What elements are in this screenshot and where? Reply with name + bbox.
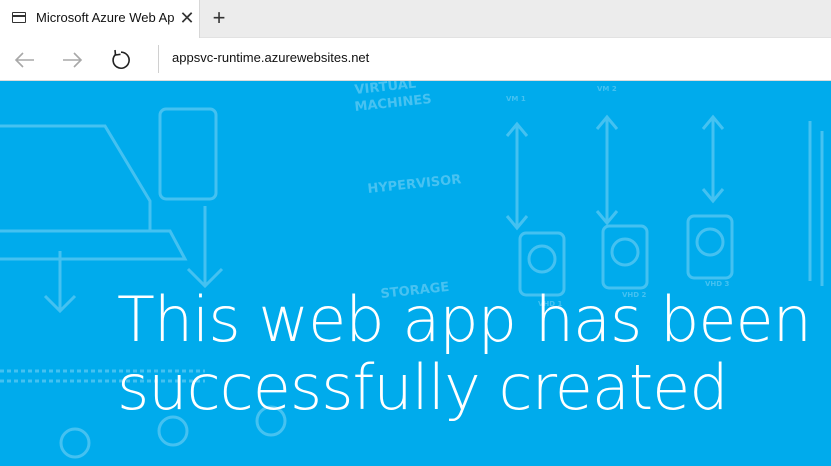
- tab-close-button[interactable]: ✕: [177, 7, 197, 29]
- headline-line-1: This web app has been: [117, 283, 812, 356]
- forward-button[interactable]: [57, 45, 87, 75]
- back-button[interactable]: [10, 45, 40, 75]
- refresh-icon: [112, 49, 130, 69]
- refresh-button[interactable]: [105, 45, 135, 75]
- back-arrow-icon: [14, 52, 34, 68]
- phone-icon: [158, 107, 218, 201]
- tab-page-icon: [12, 12, 26, 23]
- page-headline: This web app has been successfully creat…: [117, 283, 812, 424]
- bg-label-hypervisor: HYPERVISOR: [367, 172, 462, 197]
- tab-strip: Microsoft Azure Web App ✕ +: [0, 0, 831, 38]
- address-bar[interactable]: appsvc-runtime.azurewebsites.net: [172, 50, 369, 65]
- address-bar-divider: [158, 45, 159, 73]
- laptop-icon: [0, 124, 152, 233]
- bg-label-vm1: VM 1: [506, 95, 526, 103]
- page-content: VIRTUAL MACHINES HYPERVISOR STORAGE VM 1…: [0, 81, 831, 466]
- browser-tab[interactable]: Microsoft Azure Web App ✕: [0, 0, 200, 38]
- tab-title: Microsoft Azure Web App: [36, 10, 174, 25]
- headline-line-2: successfully created: [117, 351, 729, 424]
- navigation-bar: appsvc-runtime.azurewebsites.net: [0, 38, 831, 81]
- forward-arrow-icon: [63, 52, 83, 68]
- globe-icon: [59, 427, 91, 459]
- bg-label-vm2: VM 2: [597, 85, 617, 93]
- new-tab-button[interactable]: +: [207, 6, 231, 30]
